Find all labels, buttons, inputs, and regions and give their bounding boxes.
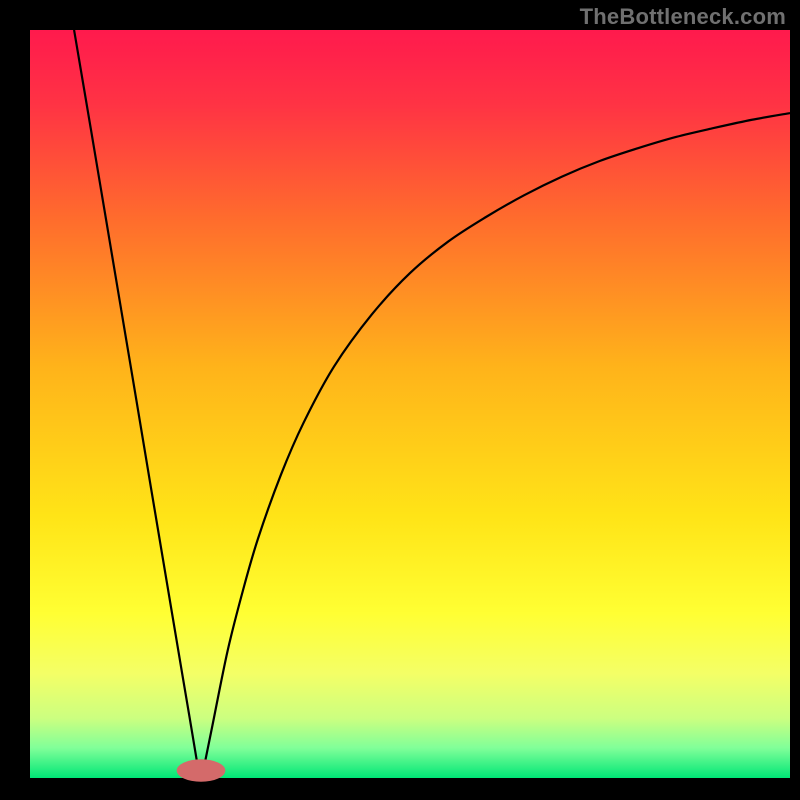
plot-area — [30, 30, 790, 778]
bottleneck-chart — [0, 0, 800, 800]
watermark-text: TheBottleneck.com — [580, 4, 786, 30]
chart-frame: TheBottleneck.com — [0, 0, 800, 800]
minimum-marker — [177, 759, 226, 781]
